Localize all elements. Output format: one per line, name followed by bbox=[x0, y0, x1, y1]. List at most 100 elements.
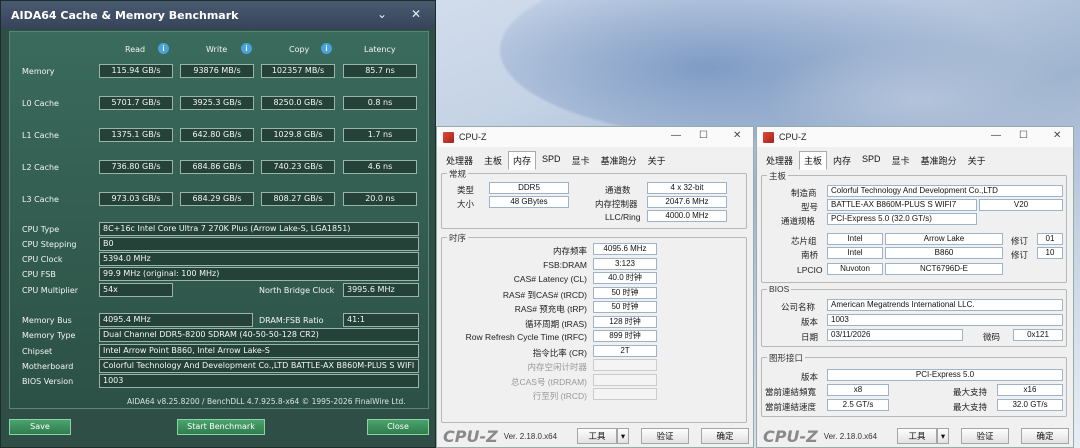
write-value: 3925.3 GB/s bbox=[180, 96, 254, 110]
timing-label: RAS# 预充电 (tRP) bbox=[514, 304, 587, 314]
timing-value: 2T bbox=[593, 344, 657, 357]
latency-value: 85.7 ns bbox=[343, 64, 417, 78]
minimize-icon[interactable]: — bbox=[991, 130, 1001, 141]
tab-item[interactable]: 内存 bbox=[508, 151, 537, 170]
cpuz-version: Ver. 2.18.0.x64 bbox=[503, 431, 558, 441]
microcode-value: 0x121 bbox=[1013, 329, 1063, 341]
brand-value: American Megatrends International LLC. bbox=[827, 299, 1063, 311]
info-icon[interactable]: i bbox=[321, 43, 332, 54]
link-speed-label: 當前連結速度 bbox=[765, 402, 817, 412]
maximize-icon[interactable]: ☐ bbox=[1019, 130, 1028, 141]
bench-row-label: L1 Cache bbox=[22, 131, 59, 140]
validate-button[interactable]: 验证 bbox=[961, 428, 1009, 444]
copy-value: 102357 MB/s bbox=[261, 64, 335, 78]
copy-header: Copy bbox=[289, 45, 310, 54]
ok-button[interactable]: 确定 bbox=[701, 428, 749, 444]
save-button[interactable]: Save bbox=[9, 419, 71, 435]
write-header: Write bbox=[206, 45, 228, 54]
validate-button[interactable]: 验证 bbox=[641, 428, 689, 444]
close-icon[interactable]: ✕ bbox=[411, 7, 421, 21]
timing-label: 指令比率 (CR) bbox=[532, 347, 587, 358]
timings-group-title: 时序 bbox=[447, 232, 469, 244]
cpu-fsb-label: CPU FSB bbox=[22, 270, 56, 279]
tab-item[interactable]: 关于 bbox=[963, 151, 991, 170]
size-label: 大小 bbox=[457, 199, 475, 209]
close-button[interactable]: Close bbox=[367, 419, 429, 435]
aida-titlebar[interactable]: AIDA64 Cache & Memory Benchmark ⌄ ✕ bbox=[1, 1, 435, 29]
channels-value: 4 x 32-bit bbox=[647, 182, 727, 194]
minimize-icon[interactable]: ⌄ bbox=[377, 7, 387, 21]
read-value: 5701.7 GB/s bbox=[99, 96, 173, 110]
tab-item[interactable]: 主板 bbox=[479, 151, 507, 170]
channels-label: 通道数 bbox=[605, 185, 631, 195]
minimize-icon[interactable]: — bbox=[671, 130, 681, 141]
cpu-clock-value: 5394.0 MHz bbox=[99, 252, 419, 266]
max-speed-value: 32.0 GT/s bbox=[997, 399, 1063, 411]
read-value: 736.80 GB/s bbox=[99, 160, 173, 174]
bench-row-label: L3 Cache bbox=[22, 195, 59, 204]
tab-item[interactable]: 内存 bbox=[828, 151, 856, 170]
cpuz-version: Ver. 2.18.0.x64 bbox=[823, 431, 878, 441]
type-value: DDR5 bbox=[489, 182, 569, 194]
cpuz-tabs: 处理器 主板 内存 SPD 显卡 基准跑分 关于 bbox=[441, 151, 672, 170]
chipset-value: Intel Arrow Point B860, Intel Arrow Lake… bbox=[99, 344, 419, 358]
write-value: 642.80 GB/s bbox=[180, 128, 254, 142]
bench-row-label: Memory bbox=[22, 67, 55, 76]
cpu-type-value: 8C+16c Intel Core Ultra 7 270K Plus (Arr… bbox=[99, 222, 419, 236]
close-icon[interactable]: ✕ bbox=[733, 130, 741, 141]
cpu-multiplier-value: 54x bbox=[99, 283, 173, 297]
tab-item[interactable]: 显卡 bbox=[887, 151, 915, 170]
info-icon[interactable]: i bbox=[241, 43, 252, 54]
timing-label-disabled: 内存空闲计时器 bbox=[527, 362, 587, 372]
cpu-multiplier-label: CPU Multiplier bbox=[22, 286, 79, 295]
tools-button[interactable]: 工具 bbox=[577, 428, 617, 444]
tab-item[interactable]: 处理器 bbox=[761, 151, 798, 170]
southbridge-label: 南桥 bbox=[801, 250, 819, 260]
gi-version-value: PCI-Express 5.0 bbox=[827, 369, 1063, 381]
timing-value: 128 时钟 bbox=[593, 315, 657, 328]
tab-item[interactable]: 显卡 bbox=[567, 151, 595, 170]
chipset-vendor: Intel bbox=[827, 233, 883, 245]
tools-dropdown-icon[interactable]: ▾ bbox=[937, 428, 949, 444]
tab-item[interactable]: 基准跑分 bbox=[916, 151, 962, 170]
cpu-type-label: CPU Type bbox=[22, 225, 60, 234]
dram-ratio-value: 41:1 bbox=[343, 313, 419, 327]
bench-row-label: L0 Cache bbox=[22, 99, 59, 108]
timing-value-empty bbox=[593, 359, 657, 371]
tools-dropdown-icon[interactable]: ▾ bbox=[617, 428, 629, 444]
cpuz-app-icon bbox=[763, 131, 774, 143]
read-value: 1375.1 GB/s bbox=[99, 128, 173, 142]
llc-label: LLC/Ring bbox=[605, 212, 641, 222]
write-value: 684.29 GB/s bbox=[180, 192, 254, 206]
mem-bus-value: 4095.4 MHz bbox=[99, 313, 253, 327]
tab-item[interactable]: 基准跑分 bbox=[596, 151, 642, 170]
cpuz-titlebar[interactable]: CPU-Z — ☐ ✕ bbox=[437, 127, 753, 147]
tab-item[interactable]: SPD bbox=[537, 151, 566, 170]
start-benchmark-button[interactable]: Start Benchmark bbox=[177, 419, 265, 435]
aida-footer: AIDA64 v8.25.8200 / BenchDLL 4.7.925.8-x… bbox=[127, 397, 406, 406]
tab-item[interactable]: 关于 bbox=[643, 151, 671, 170]
timing-label: Row Refresh Cycle Time (tRFC) bbox=[465, 332, 587, 342]
bios-label: BIOS Version bbox=[22, 377, 74, 386]
timing-label: 循环周期 (tRAS) bbox=[525, 318, 587, 329]
tab-item[interactable]: 主板 bbox=[799, 151, 828, 170]
timing-label: FSB:DRAM bbox=[543, 259, 587, 270]
cpuz-titlebar[interactable]: CPU-Z — ☐ ✕ bbox=[757, 127, 1073, 147]
info-icon[interactable]: i bbox=[158, 43, 169, 54]
cpu-fsb-value: 99.9 MHz (original: 100 MHz) bbox=[99, 267, 419, 281]
tools-button[interactable]: 工具 bbox=[897, 428, 937, 444]
ok-button[interactable]: 确定 bbox=[1021, 428, 1069, 444]
max-link-value: x16 bbox=[997, 384, 1063, 396]
bus-label: 通道规格 bbox=[781, 216, 816, 226]
timing-value: 899 时钟 bbox=[593, 330, 657, 342]
close-icon[interactable]: ✕ bbox=[1053, 130, 1061, 141]
copy-value: 808.27 GB/s bbox=[261, 192, 335, 206]
tab-item[interactable]: SPD bbox=[857, 151, 886, 170]
southbridge-name: B860 bbox=[885, 247, 1003, 259]
timing-label-disabled: 总CAS号 (tRDRAM) bbox=[510, 376, 587, 387]
maximize-icon[interactable]: ☐ bbox=[699, 130, 708, 141]
read-value: 973.03 GB/s bbox=[99, 192, 173, 206]
mc-value: 2047.6 MHz bbox=[647, 196, 727, 208]
aida64-window: AIDA64 Cache & Memory Benchmark ⌄ ✕ Read… bbox=[0, 0, 436, 448]
timing-label: 内存频率 bbox=[552, 246, 587, 256]
